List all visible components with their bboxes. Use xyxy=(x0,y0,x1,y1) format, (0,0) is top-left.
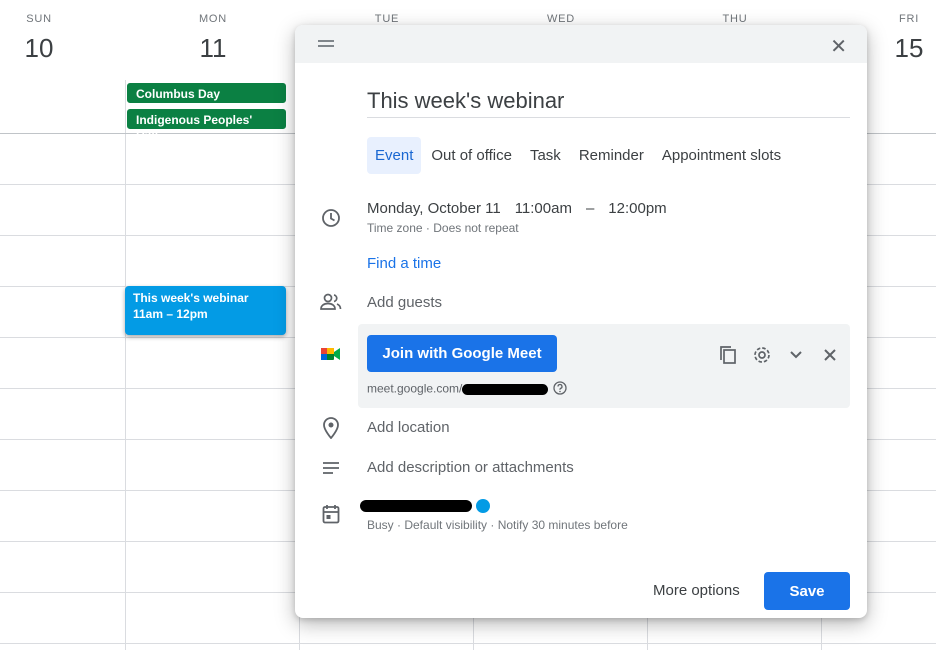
help-icon[interactable] xyxy=(553,381,567,398)
day-header-sun[interactable]: SUN 10 xyxy=(0,0,126,64)
add-guests-field[interactable]: Add guests xyxy=(367,294,442,311)
find-a-time-link[interactable]: Find a time xyxy=(367,255,441,272)
event-start-time[interactable]: 11:00am xyxy=(515,200,572,217)
google-meet-panel: Join with Google Meet meet.google.com/ xyxy=(358,324,850,408)
copy-icon[interactable] xyxy=(716,343,740,367)
google-meet-icon xyxy=(319,342,343,366)
day-number[interactable]: 10 xyxy=(0,33,126,64)
join-google-meet-button[interactable]: Join with Google Meet xyxy=(367,335,557,372)
gear-icon[interactable] xyxy=(750,343,774,367)
tab-out-of-office[interactable]: Out of office xyxy=(423,137,520,174)
column-divider xyxy=(125,80,126,650)
time-separator: – xyxy=(585,200,595,217)
calendar-color-dot xyxy=(476,498,490,513)
tab-appointment-slots[interactable]: Appointment slots xyxy=(654,137,789,174)
meet-toolbar xyxy=(716,343,842,367)
day-name: SUN xyxy=(26,13,52,25)
day-number[interactable]: 11 xyxy=(126,33,300,64)
day-name: TUE xyxy=(374,13,400,25)
day-header-thu[interactable]: THU xyxy=(648,0,822,25)
day-name: MON xyxy=(198,13,228,25)
event-chip-title: This week's webinar xyxy=(133,291,249,305)
add-location-field[interactable]: Add location xyxy=(367,419,450,436)
timezone-repeat-text[interactable]: Time zone · Does not repeat xyxy=(367,221,519,235)
tab-reminder[interactable]: Reminder xyxy=(571,137,652,174)
remove-meet-icon[interactable] xyxy=(818,343,842,367)
allday-event-indigenous-peoples-day[interactable]: Indigenous Peoples' Day xyxy=(126,108,287,141)
hour-line xyxy=(0,643,936,644)
day-header-mon[interactable]: MON 11 xyxy=(126,0,300,64)
meet-link-text[interactable]: meet.google.com/ xyxy=(367,382,462,396)
event-type-tabs: Event Out of office Task Reminder Appoin… xyxy=(367,137,789,174)
event-chip-time: 11am – 12pm xyxy=(133,307,208,321)
meet-link-row[interactable]: meet.google.com/ xyxy=(367,381,567,398)
day-name: THU xyxy=(722,13,748,25)
add-description-field[interactable]: Add description or attachments xyxy=(367,459,574,476)
event-title-input[interactable] xyxy=(367,85,850,118)
redacted-meet-code xyxy=(462,384,549,395)
save-button[interactable]: Save xyxy=(764,572,850,610)
day-name: FRI xyxy=(898,13,920,25)
event-date[interactable]: Monday, October 11 xyxy=(367,200,501,217)
drag-handle-icon[interactable] xyxy=(318,40,334,50)
location-pin-icon xyxy=(319,416,343,440)
event-chip-webinar[interactable]: This week's webinar 11am – 12pm xyxy=(125,286,286,335)
redacted-owner-name xyxy=(360,499,472,512)
calendar-icon xyxy=(319,502,343,526)
availability-visibility-text[interactable]: Busy · Default visibility · Notify 30 mi… xyxy=(367,518,628,532)
close-icon[interactable]: ✕ xyxy=(830,34,847,59)
tab-task[interactable]: Task xyxy=(522,137,569,174)
tab-event[interactable]: Event xyxy=(367,137,422,174)
event-end-time[interactable]: 12:00pm xyxy=(608,200,666,217)
calendar-owner-selector[interactable] xyxy=(360,497,490,515)
clock-icon xyxy=(319,206,343,230)
allday-event-columbus-day[interactable]: Columbus Day xyxy=(126,82,287,104)
dialog-drag-bar[interactable]: ✕ xyxy=(295,25,867,63)
chevron-down-icon[interactable] xyxy=(784,343,808,367)
event-dialog: ✕ Event Out of office Task Reminder Appo… xyxy=(295,25,867,618)
day-header-wed[interactable]: WED xyxy=(474,0,648,25)
day-name: WED xyxy=(546,13,576,25)
description-icon xyxy=(319,456,343,480)
day-header-tue[interactable]: TUE xyxy=(300,0,474,25)
guests-icon xyxy=(319,290,343,314)
more-options-button[interactable]: More options xyxy=(653,582,740,599)
date-time-row[interactable]: Monday, October 11 11:00am –12:00pm xyxy=(367,200,681,217)
